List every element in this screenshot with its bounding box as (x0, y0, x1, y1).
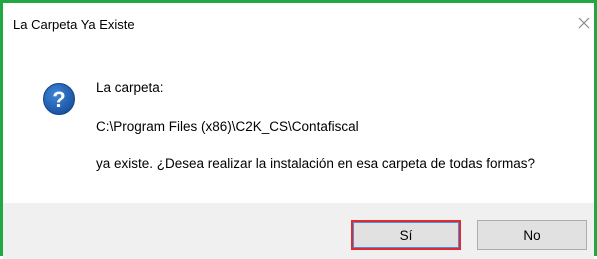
yes-button[interactable]: Sí (351, 220, 461, 250)
svg-text:?: ? (52, 87, 65, 112)
question-icon: ? (42, 82, 76, 116)
no-button[interactable]: No (477, 220, 587, 250)
message-line-1: La carpeta: (96, 80, 164, 95)
message-path: C:\Program Files (x86)\C2K_CS\Contafisca… (96, 119, 359, 134)
dialog-title: La Carpeta Ya Existe (13, 17, 135, 32)
dialog-content: ? La carpeta: C:\Program Files (x86)\C2K… (3, 37, 594, 203)
dialog-footer: Sí No (3, 203, 594, 259)
close-icon[interactable] (576, 15, 592, 31)
message-line-3: ya existe. ¿Desea realizar la instalació… (96, 156, 535, 171)
dialog-window: La Carpeta Ya Existe ? La carpeta: C:\Pr… (0, 0, 597, 259)
title-bar: La Carpeta Ya Existe (3, 3, 594, 37)
